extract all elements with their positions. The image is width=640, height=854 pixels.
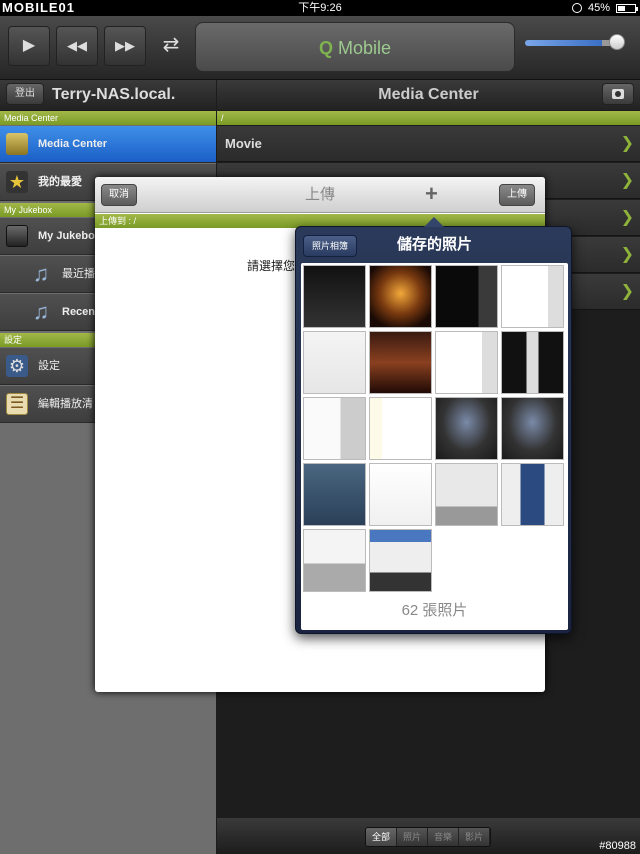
back-to-albums-button[interactable]: 照片相簿 [303,235,357,257]
photo-thumbnail[interactable] [369,529,432,592]
photo-picker-popover: 儲存的照片 照片相簿 62 張照片 [295,217,573,634]
lcd-text: Mobile [338,38,392,58]
dialog-header: 取消 上傳 + 上傳 [95,177,545,213]
media-filter-segmented: 全部 照片 音樂 影片 [365,827,491,847]
logout-button[interactable]: 登出 [6,83,44,105]
page-title: Media Center [378,86,479,103]
filter-tab-videos[interactable]: 影片 [459,828,490,846]
filter-tab-photos[interactable]: 照片 [397,828,428,846]
screen: MOBILE01 下午9:26 45% ▶ ◀◀ ▶▶ ⇄ Q Mobile 登… [0,0,640,854]
next-button[interactable]: ▶▶ [104,26,146,66]
rewind-icon: ◀◀ [67,38,87,53]
sidebar-item-label: 我的最愛 [38,176,82,188]
qmobile-logo-icon: Q [318,38,333,58]
sidebar-item-media-center[interactable]: Media Center [0,126,216,163]
camera-button[interactable] [602,83,634,105]
upload-button[interactable]: 上傳 [499,184,535,206]
music-note-icon: ♫ [32,261,50,286]
sidebar-item-label: Media Center [38,138,108,150]
fast-forward-icon: ▶▶ [115,38,135,53]
gear-icon: ⚙ [6,355,28,377]
photo-thumbnail[interactable] [303,463,366,526]
photo-thumbnail[interactable] [303,529,366,592]
add-photo-button[interactable]: + [425,181,438,207]
photo-count: 62 張照片 [401,602,468,619]
photo-thumbnail[interactable] [435,463,498,526]
battery-percent: 45% [587,2,610,14]
rotation-lock-icon [571,3,582,13]
battery-icon [616,3,638,13]
section-media-center: Media Center [0,111,216,125]
path-bar: / [217,111,640,125]
photo-thumbnail[interactable] [369,397,432,460]
shuffle-icon: ⇄ [162,34,180,56]
volume-slider[interactable] [525,34,625,50]
sidebar-item-label: 最近播 [62,268,95,280]
photo-thumbnail[interactable] [303,397,366,460]
play-button[interactable]: ▶ [8,26,50,66]
sidebar-item-label: 編輯播放清 [38,398,93,410]
chevron-right-icon: ❯ [620,246,634,263]
film-icon [6,133,28,155]
status-right: 45% [571,0,638,16]
star-icon: ★ [6,171,28,193]
volume-knob[interactable] [609,34,625,50]
shuffle-button[interactable]: ⇄ [150,26,192,66]
now-playing-display: Q Mobile [195,22,515,72]
photo-thumbnail[interactable] [501,397,564,460]
photo-thumbnail[interactable] [369,331,432,394]
photo-thumbnail[interactable] [501,463,564,526]
list-icon: ☰ [6,393,28,415]
chevron-right-icon: ❯ [620,283,634,300]
photo-thumbnail[interactable] [303,265,366,328]
photo-thumbnail[interactable] [501,265,564,328]
player-toolbar: ▶ ◀◀ ▶▶ ⇄ Q Mobile [0,16,640,80]
photo-thumbnail[interactable] [303,331,366,394]
previous-button[interactable]: ◀◀ [56,26,98,66]
photo-thumbnail[interactable] [501,331,564,394]
chevron-right-icon: ❯ [620,209,634,226]
photo-thumbnail[interactable] [369,265,432,328]
jukebox-icon [6,225,28,247]
photo-thumbnail[interactable] [435,397,498,460]
battery-fill [618,5,625,11]
filter-tab-music[interactable]: 音樂 [428,828,459,846]
status-bar: MOBILE01 下午9:26 45% [0,0,640,16]
list-item-label: Movie [225,136,262,151]
bottom-bar: 全部 照片 音樂 影片 [217,818,640,854]
sidebar-item-label: My Jukebox [38,230,101,242]
photo-thumbnail[interactable] [435,331,498,394]
photo-thumbnail[interactable] [369,463,432,526]
play-icon: ▶ [22,37,36,54]
music-note-icon: ♫ [32,299,50,324]
photo-thumbnail[interactable] [435,265,498,328]
filter-tab-all[interactable]: 全部 [366,828,397,846]
photo-grid-container: 62 張照片 [301,263,568,630]
sidebar-item-label: 設定 [38,360,60,372]
chevron-right-icon: ❯ [620,172,634,189]
right-header: Media Center [217,80,640,110]
list-item-movie[interactable]: Movie ❯ [217,126,640,162]
popover-header: 儲存的照片 照片相簿 [296,227,573,263]
left-header: 登出 Terry-NAS.local. [0,80,216,110]
chevron-right-icon: ❯ [620,135,634,152]
nas-host-title: Terry-NAS.local. [52,86,176,103]
status-time: 下午9:26 [298,2,342,14]
popover-arrow [424,217,444,227]
sidebar-item-label: Recen [62,306,96,318]
dialog-title: 上傳 [304,186,335,203]
watermark-id: #80988 [599,840,636,852]
select-prompt: 請選擇您 [247,259,296,273]
